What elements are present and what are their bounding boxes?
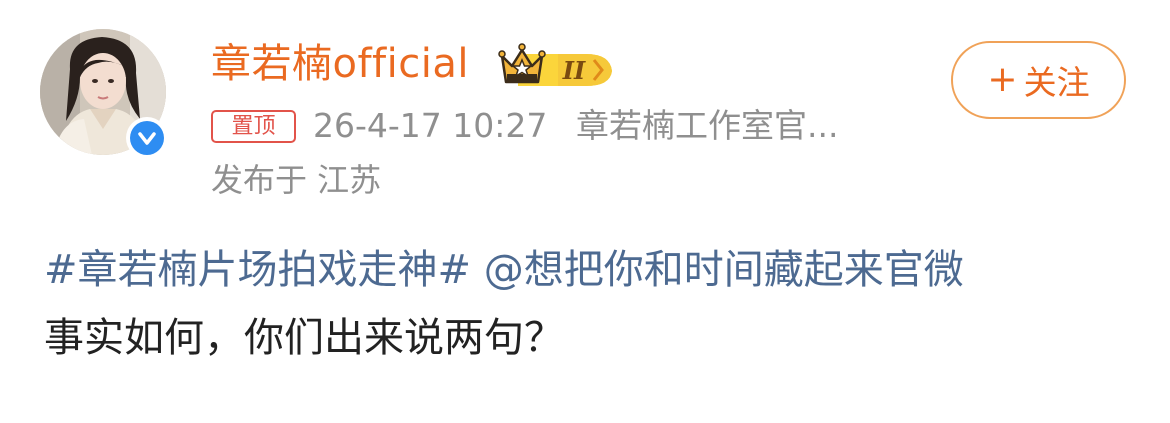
verified-check-icon	[130, 121, 164, 155]
content-line-1: #章若楠片场拍戏走神# @想把你和时间藏起来官微	[44, 236, 1144, 304]
post-content: #章若楠片场拍戏走神# @想把你和时间藏起来官微 事实如何，你们出来说两句？	[44, 236, 1144, 372]
plus-icon: +	[987, 59, 1018, 100]
content-line-2: 事实如何，你们出来说两句？	[44, 315, 564, 361]
author-name[interactable]: 章若楠official	[211, 38, 469, 90]
crown-level-badge-icon[interactable]: II	[498, 38, 616, 88]
post-source[interactable]: 章若楠工作室官...	[576, 104, 838, 148]
mention-link[interactable]: @想把你和时间藏起来官微	[484, 247, 964, 293]
follow-label: 关注	[1023, 63, 1090, 102]
post-location: 发布于 江苏	[211, 161, 382, 199]
post-time: 26-4-17 10:27	[313, 106, 548, 145]
verified-badge	[126, 117, 168, 159]
follow-button[interactable]: + 关注	[951, 41, 1126, 119]
hashtag-link[interactable]: #章若楠片场拍戏走神#	[44, 247, 471, 293]
pinned-badge: 置顶	[211, 110, 296, 143]
level-badge-text: II	[562, 56, 586, 85]
weibo-post-card: 章若楠official II + 关注 置顶 26-4-17 10:27 章若楠…	[0, 0, 1170, 423]
